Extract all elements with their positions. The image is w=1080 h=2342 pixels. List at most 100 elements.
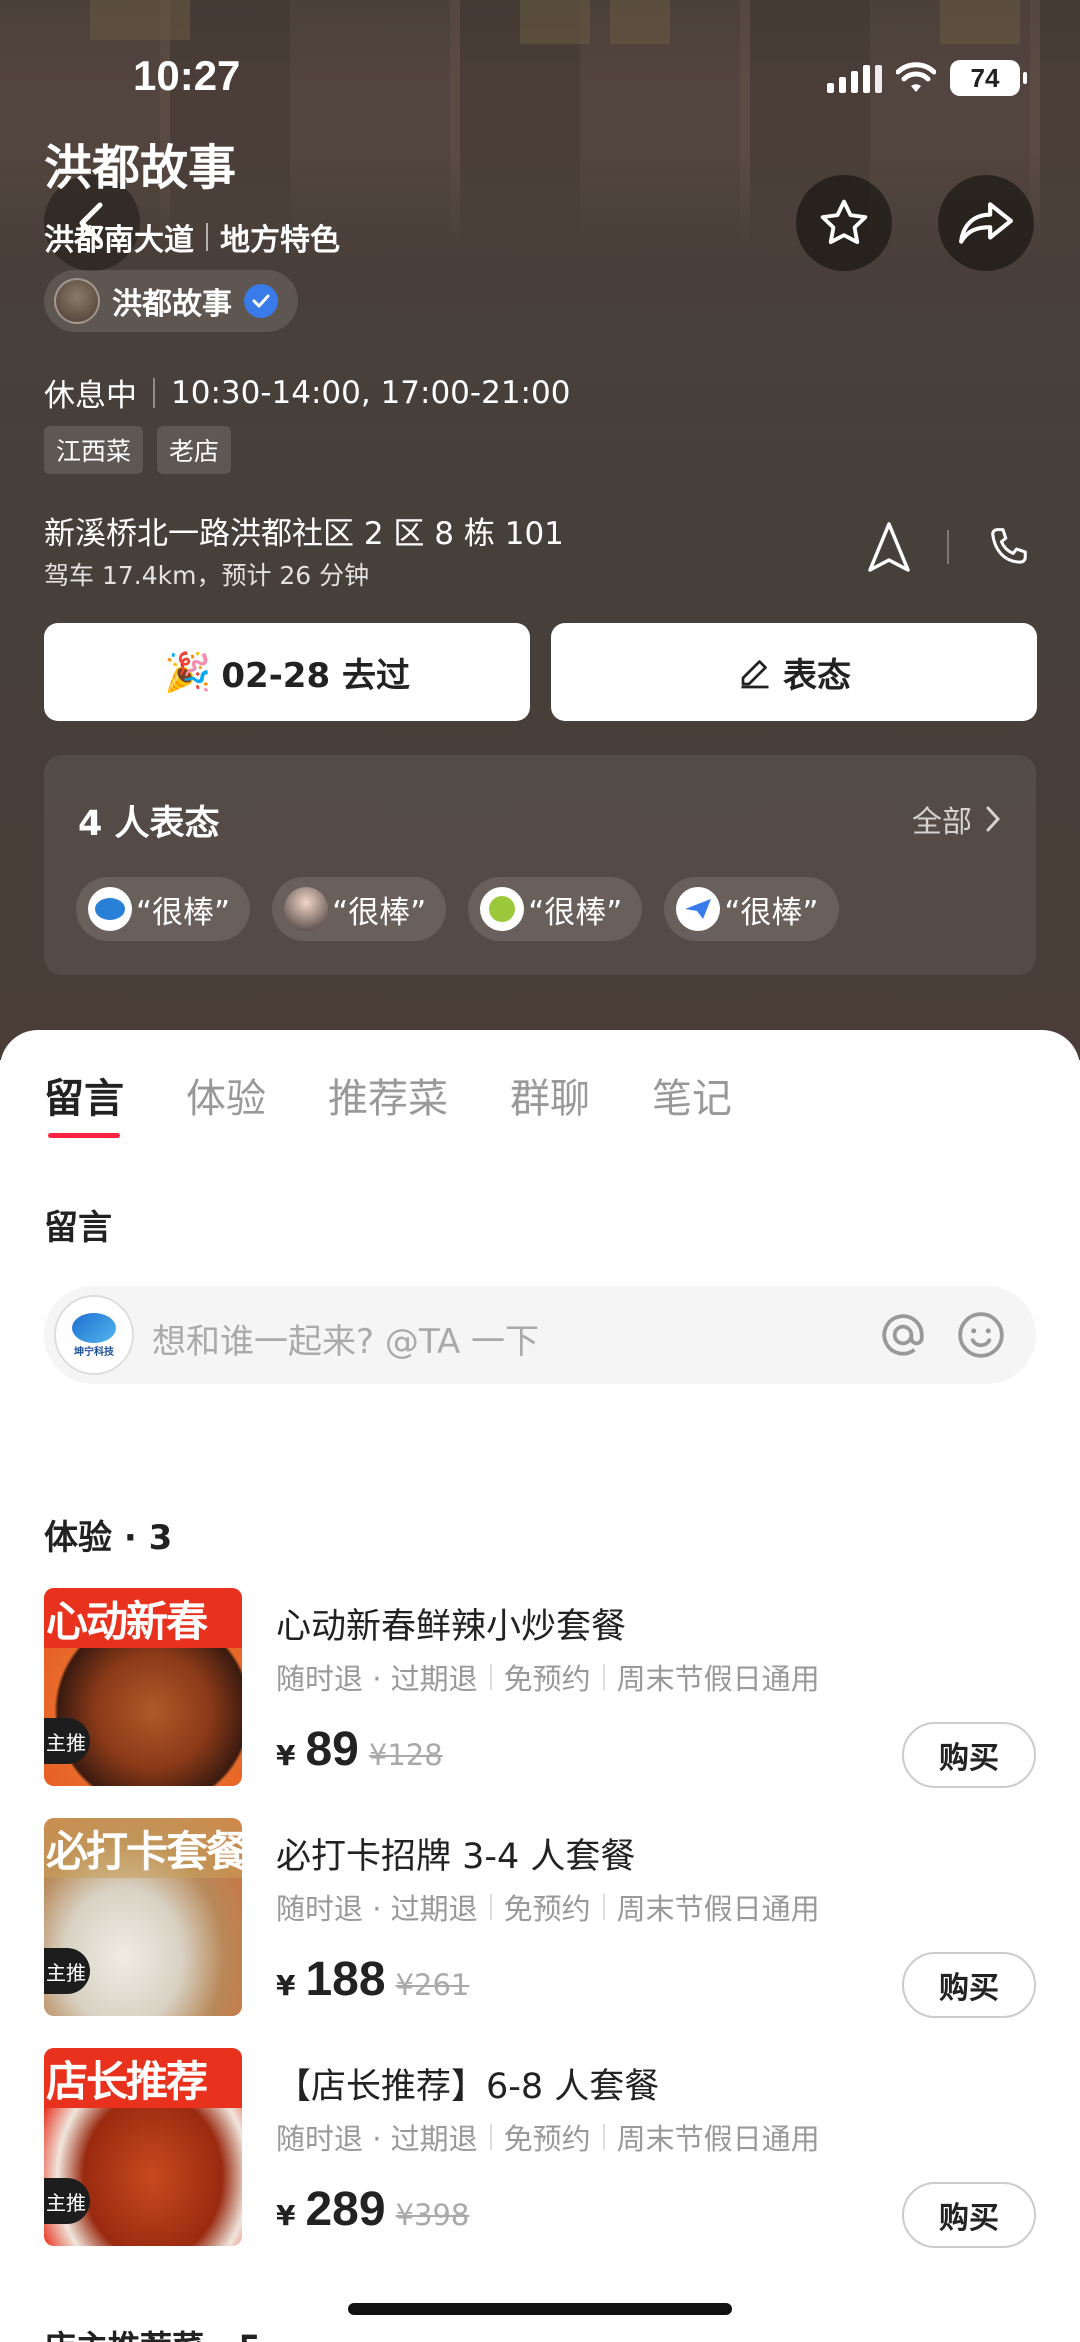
- storefront-photo: [0, 0, 1080, 250]
- action-divider: [947, 530, 949, 564]
- been-here-button[interactable]: 🎉 02-28 去过: [44, 623, 530, 721]
- deal-name: 【店长推荐】6-8 人套餐: [276, 2067, 660, 2107]
- price: 289: [305, 2183, 386, 2236]
- deal-name: 心动新春鲜辣小炒套餐: [276, 1607, 627, 1647]
- experience-title: 体验 · 3: [44, 1518, 173, 1558]
- buy-button[interactable]: 购买: [902, 2182, 1036, 2248]
- deal-banner: 店长推荐: [44, 2048, 242, 2108]
- rate-label: 表态: [783, 655, 851, 696]
- tag-cuisine: 江西菜: [44, 426, 144, 474]
- been-here-label: 02-28 去过: [221, 655, 410, 696]
- brand-name: 洪都故事: [112, 287, 232, 322]
- deal-banner: 心动新春: [44, 1588, 242, 1648]
- currency: ¥: [276, 1739, 296, 1772]
- currency: ¥: [276, 1969, 296, 2002]
- tab-recommended-dishes[interactable]: 推荐菜: [328, 1066, 448, 1124]
- battery-indicator: 74: [950, 60, 1027, 96]
- opinion-text: “很棒”: [528, 894, 623, 931]
- party-popper-icon: 🎉: [164, 649, 212, 694]
- shop-subline: 洪都南大道 地方特色: [44, 215, 340, 259]
- open-status: 休息中: [44, 378, 137, 414]
- price: 89: [305, 1723, 359, 1776]
- deal-policies: 随时退 · 过期退 免预约 周末节假日通用: [276, 2116, 820, 2158]
- status-time: 10:27: [133, 52, 241, 99]
- opinion-chip[interactable]: “很棒”: [468, 877, 643, 941]
- share-button[interactable]: [938, 175, 1034, 271]
- signal-icon: [827, 63, 882, 93]
- opinion-chip[interactable]: “很棒”: [76, 877, 251, 941]
- original-price: ¥398: [395, 2198, 470, 2232]
- refund-policy: 随时退 · 过期退: [276, 1662, 478, 1696]
- hours-text: 10:30-14:00, 17:00-21:00: [171, 374, 571, 411]
- tab-notes[interactable]: 笔记: [652, 1066, 732, 1124]
- tab-group-chat[interactable]: 群聊: [510, 1066, 590, 1124]
- currency: ¥: [276, 2199, 296, 2232]
- favorite-button[interactable]: [796, 175, 892, 271]
- emoji-icon[interactable]: [956, 1310, 1006, 1360]
- shop-tags: 江西菜 老店: [44, 426, 232, 474]
- deal-price: ¥ 289 ¥398: [276, 2182, 469, 2237]
- opinion-chip[interactable]: “很棒”: [664, 877, 839, 941]
- buy-button[interactable]: 购买: [902, 1952, 1036, 2018]
- refund-policy: 随时退 · 过期退: [276, 2122, 478, 2156]
- pencil-icon: [741, 660, 769, 689]
- deal-item[interactable]: 店长推荐 主推 【店长推荐】6-8 人套餐 随时退 · 过期退 免预约 周末节假…: [44, 2048, 1036, 2248]
- avatar: [676, 887, 721, 931]
- message-placeholder: 想和谁一起来? @TA 一下: [152, 1322, 540, 1362]
- opinions-all-link[interactable]: 全部: [912, 797, 1002, 841]
- opinions-card: 4 人表态 全部 “很棒” “很棒” “很棒” “很棒”: [44, 755, 1036, 975]
- message-input[interactable]: 坤宁科技 想和谁一起来? @TA 一下: [44, 1286, 1036, 1384]
- avatar: [284, 887, 329, 931]
- avatar: [88, 887, 132, 931]
- opinion-chips: “很棒” “很棒” “很棒” “很棒”: [76, 877, 839, 941]
- rate-button[interactable]: 表态: [551, 623, 1037, 721]
- opinion-text: “很棒”: [332, 894, 427, 931]
- all-label: 全部: [912, 805, 972, 840]
- holiday-policy: 周末节假日通用: [616, 1892, 820, 1926]
- avatar-text: 坤宁科技: [74, 1346, 114, 1358]
- shop-header: 10:27 74 洪都故事 洪都南大道 地方特色 洪都故事 休息中 10:30-…: [0, 0, 1080, 1060]
- holiday-policy: 周末节假日通用: [616, 1662, 820, 1696]
- opinion-chip[interactable]: “很棒”: [272, 877, 447, 941]
- original-price: ¥128: [368, 1738, 443, 1772]
- opinion-text: “很棒”: [136, 894, 231, 931]
- messages-title: 留言: [44, 1208, 112, 1248]
- phone-icon[interactable]: [983, 520, 1035, 576]
- deal-policies: 随时退 · 过期退 免预约 周末节假日通用: [276, 1886, 820, 1928]
- mention-icon[interactable]: [878, 1310, 928, 1360]
- tag-old-shop: 老店: [157, 426, 232, 474]
- opinions-title: 4 人表态: [78, 804, 220, 844]
- reservation-policy: 免预约: [503, 2122, 591, 2156]
- shop-area: 洪都南大道: [44, 223, 194, 258]
- featured-badge: 主推: [44, 2178, 90, 2224]
- deal-name: 必打卡招牌 3-4 人套餐: [276, 1837, 636, 1877]
- shop-address[interactable]: 新溪桥北一路洪都社区 2 区 8 栋 101: [44, 508, 564, 553]
- shop-category: 地方特色: [220, 223, 340, 258]
- deal-price: ¥ 89 ¥128: [276, 1722, 443, 1777]
- star-icon: [820, 199, 868, 245]
- reservation-policy: 免预约: [503, 1892, 591, 1926]
- deal-image: 店长推荐 主推: [44, 2048, 242, 2246]
- tab-experience[interactable]: 体验: [186, 1066, 266, 1124]
- status-icons: 74: [827, 60, 1027, 96]
- tab-messages[interactable]: 留言: [44, 1066, 124, 1138]
- wifi-icon: [896, 62, 936, 92]
- featured-badge: 主推: [44, 1948, 90, 1994]
- buy-button[interactable]: 购买: [902, 1722, 1036, 1788]
- share-icon: [959, 202, 1013, 244]
- opinion-text: “很棒”: [724, 894, 819, 931]
- navigation-icon[interactable]: [864, 520, 914, 576]
- featured-badge: 主推: [44, 1718, 90, 1764]
- price: 188: [305, 1953, 386, 2006]
- brand-chip[interactable]: 洪都故事: [44, 270, 298, 332]
- content-sheet: 留言 体验 推荐菜 群聊 笔记 留言 坤宁科技 想和谁一起来? @TA 一下 体…: [0, 1030, 1080, 2342]
- deal-policies: 随时退 · 过期退 免预约 周末节假日通用: [276, 1656, 820, 1698]
- original-price: ¥261: [395, 1968, 470, 2002]
- deal-image: 心动新春 主推: [44, 1588, 242, 1786]
- deal-image: 必打卡套餐 主推: [44, 1818, 242, 2016]
- deal-item[interactable]: 必打卡套餐 主推 必打卡招牌 3-4 人套餐 随时退 · 过期退 免预约 周末节…: [44, 1818, 1036, 2018]
- deal-item[interactable]: 心动新春 主推 心动新春鲜辣小炒套餐 随时退 · 过期退 免预约 周末节假日通用…: [44, 1588, 1036, 1788]
- deal-banner: 必打卡套餐: [44, 1818, 242, 1878]
- chevron-right-icon: [986, 806, 1001, 832]
- home-indicator[interactable]: [348, 2303, 732, 2315]
